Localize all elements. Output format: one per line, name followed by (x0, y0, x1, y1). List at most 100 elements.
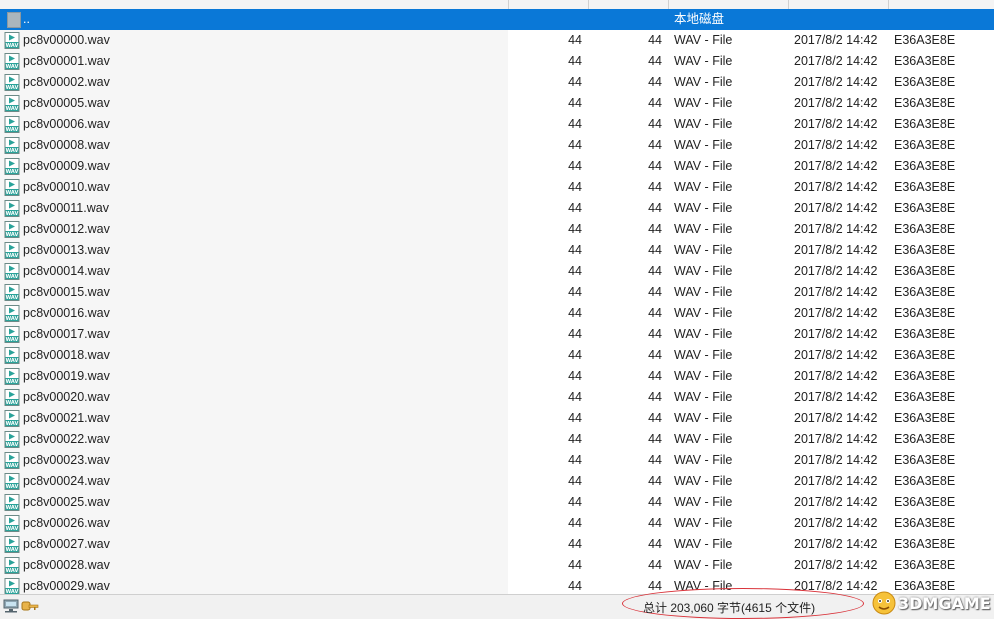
file-type: WAV - File (674, 75, 733, 89)
file-row[interactable]: WAV pc8v00019.wav 44 44 WAV - File 2017/8/2 1… (0, 366, 994, 387)
header-separator[interactable] (788, 0, 789, 9)
file-name: pc8v00017.wav (23, 327, 110, 341)
file-row[interactable]: WAV pc8v00027.wav 44 44 WAV - File 2017/8/2 1… (0, 534, 994, 555)
file-modified-date: 2017/8/2 14:42 (794, 369, 878, 383)
wav-file-icon: WAV (4, 452, 20, 469)
file-row[interactable]: WAV pc8v00022.wav 44 44 WAV - File 2017/8/2 1… (0, 429, 994, 450)
file-row[interactable]: WAV pc8v00016.wav 44 44 WAV - File 2017/8/2 1… (0, 303, 994, 324)
file-type: WAV - File (674, 432, 733, 446)
parent-directory-row[interactable]: .. 本地磁盘 (0, 9, 994, 30)
parent-folder-icon (7, 12, 21, 28)
file-crc: E36A3E8E (894, 54, 956, 68)
file-row[interactable]: WAV pc8v00028.wav 44 44 WAV - File 2017/8/2 1… (0, 555, 994, 576)
file-row[interactable]: WAV pc8v00002.wav 44 44 WAV - File 2017/8/2 1… (0, 72, 994, 93)
file-size: 44 (568, 264, 582, 278)
svg-text:WAV: WAV (6, 127, 19, 133)
file-row[interactable]: WAV pc8v00014.wav 44 44 WAV - File 2017/8/2 1… (0, 261, 994, 282)
file-modified-date: 2017/8/2 14:42 (794, 558, 878, 572)
svg-text:WAV: WAV (6, 64, 19, 70)
file-size: 44 (568, 369, 582, 383)
file-crc: E36A3E8E (894, 75, 956, 89)
file-size: 44 (568, 558, 582, 572)
file-compressed-size: 44 (648, 264, 662, 278)
file-row[interactable]: WAV pc8v00021.wav 44 44 WAV - File 2017/8/2 1… (0, 408, 994, 429)
file-modified-date: 2017/8/2 14:42 (794, 75, 878, 89)
file-size: 44 (568, 54, 582, 68)
file-name: pc8v00020.wav (23, 390, 110, 404)
file-compressed-size: 44 (648, 159, 662, 173)
svg-text:WAV: WAV (6, 169, 19, 175)
file-name: pc8v00014.wav (23, 264, 110, 278)
svg-text:WAV: WAV (6, 148, 19, 154)
file-crc: E36A3E8E (894, 159, 956, 173)
file-type: WAV - File (674, 516, 733, 530)
file-name: pc8v00010.wav (23, 180, 110, 194)
header-separator[interactable] (668, 0, 669, 9)
file-compressed-size: 44 (648, 369, 662, 383)
file-row[interactable]: WAV pc8v00029.wav 44 44 WAV - File 2017/8/2 1… (0, 576, 994, 594)
file-compressed-size: 44 (648, 117, 662, 131)
file-modified-date: 2017/8/2 14:42 (794, 180, 878, 194)
file-crc: E36A3E8E (894, 138, 956, 152)
file-name: pc8v00019.wav (23, 369, 110, 383)
file-compressed-size: 44 (648, 201, 662, 215)
file-row[interactable]: WAV pc8v00006.wav 44 44 WAV - File 2017/8/2 1… (0, 114, 994, 135)
file-size: 44 (568, 411, 582, 425)
file-row[interactable]: WAV pc8v00010.wav 44 44 WAV - File 2017/8/2 1… (0, 177, 994, 198)
file-row[interactable]: WAV pc8v00011.wav 44 44 WAV - File 2017/8/2 1… (0, 198, 994, 219)
file-row[interactable]: WAV pc8v00024.wav 44 44 WAV - File 2017/8/2 1… (0, 471, 994, 492)
file-name: pc8v00028.wav (23, 558, 110, 572)
file-row[interactable]: WAV pc8v00020.wav 44 44 WAV - File 2017/8/2 1… (0, 387, 994, 408)
file-modified-date: 2017/8/2 14:42 (794, 264, 878, 278)
wav-file-icon: WAV (4, 347, 20, 364)
file-row[interactable]: WAV pc8v00012.wav 44 44 WAV - File 2017/8/2 1… (0, 219, 994, 240)
wav-file-icon: WAV (4, 431, 20, 448)
file-row[interactable]: WAV pc8v00005.wav 44 44 WAV - File 2017/8/2 1… (0, 93, 994, 114)
file-size: 44 (568, 327, 582, 341)
file-row[interactable]: WAV pc8v00015.wav 44 44 WAV - File 2017/8/2 1… (0, 282, 994, 303)
file-size: 44 (568, 537, 582, 551)
file-row[interactable]: WAV pc8v00017.wav 44 44 WAV - File 2017/8/2 1… (0, 324, 994, 345)
file-row[interactable]: WAV pc8v00026.wav 44 44 WAV - File 2017/8/2 1… (0, 513, 994, 534)
file-type: WAV - File (674, 285, 733, 299)
svg-text:WAV: WAV (6, 568, 19, 574)
svg-text:WAV: WAV (6, 253, 19, 259)
file-compressed-size: 44 (648, 453, 662, 467)
file-row[interactable]: WAV pc8v00013.wav 44 44 WAV - File 2017/8/2 1… (0, 240, 994, 261)
file-name: pc8v00008.wav (23, 138, 110, 152)
file-row[interactable]: WAV pc8v00009.wav 44 44 WAV - File 2017/8/2 1… (0, 156, 994, 177)
file-type: WAV - File (674, 201, 733, 215)
file-size: 44 (568, 201, 582, 215)
file-modified-date: 2017/8/2 14:42 (794, 201, 878, 215)
file-size: 44 (568, 243, 582, 257)
file-name: pc8v00012.wav (23, 222, 110, 236)
file-type: WAV - File (674, 495, 733, 509)
file-row[interactable]: WAV pc8v00025.wav 44 44 WAV - File 2017/8/2 1… (0, 492, 994, 513)
file-crc: E36A3E8E (894, 306, 956, 320)
file-row[interactable]: WAV pc8v00000.wav 44 44 WAV - File 2017/8/2 1… (0, 30, 994, 51)
file-row[interactable]: WAV pc8v00008.wav 44 44 WAV - File 2017/8/2 1… (0, 135, 994, 156)
file-list[interactable]: .. 本地磁盘 WAV pc8v00000.wav 44 44 WAV - File 2017… (0, 9, 994, 594)
file-size: 44 (568, 75, 582, 89)
file-row[interactable]: WAV pc8v00001.wav 44 44 WAV - File 2017/8/2 1… (0, 51, 994, 72)
status-summary: 总计 203,060 字节(4615 个文件) (643, 601, 816, 615)
file-modified-date: 2017/8/2 14:42 (794, 453, 878, 467)
file-name: pc8v00016.wav (23, 306, 110, 320)
file-crc: E36A3E8E (894, 117, 956, 131)
file-size: 44 (568, 495, 582, 509)
wav-file-icon: WAV (4, 116, 20, 133)
header-separator[interactable] (588, 0, 589, 9)
file-type: WAV - File (674, 264, 733, 278)
svg-text:WAV: WAV (6, 337, 19, 343)
file-crc: E36A3E8E (894, 453, 956, 467)
file-row[interactable]: WAV pc8v00018.wav 44 44 WAV - File 2017/8/2 1… (0, 345, 994, 366)
header-separator[interactable] (888, 0, 889, 9)
header-separator[interactable] (508, 0, 509, 9)
file-size: 44 (568, 348, 582, 362)
file-row[interactable]: WAV pc8v00023.wav 44 44 WAV - File 2017/8/2 1… (0, 450, 994, 471)
svg-text:WAV: WAV (6, 442, 19, 448)
file-size: 44 (568, 453, 582, 467)
wav-file-icon: WAV (4, 368, 20, 385)
file-type: WAV - File (674, 348, 733, 362)
file-compressed-size: 44 (648, 243, 662, 257)
